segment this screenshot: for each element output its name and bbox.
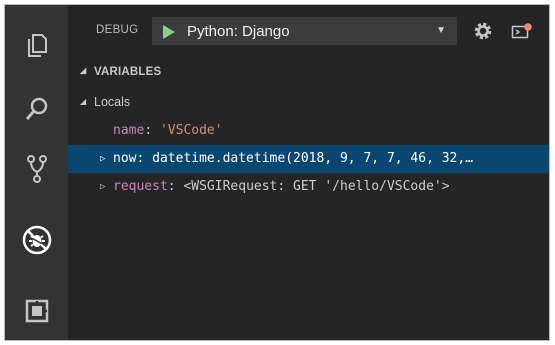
explorer-icon [27, 34, 47, 57]
vscode-window: DEBUG Python: Django ▼ ◢ VARIABLES ◢ Loc… [4, 4, 550, 341]
variable-value: <WSGIRequest: GET '/hello/VSCode'> [183, 179, 450, 194]
variables-section-title: VARIABLES [94, 66, 162, 78]
variable-separator: : [144, 123, 153, 138]
variable-row-request[interactable]: ▷ request: <WSGIRequest: GET '/hello/VSC… [68, 173, 549, 201]
gear-icon[interactable] [473, 21, 493, 41]
debug-icon [22, 225, 51, 255]
source-control-icon [26, 155, 47, 183]
debug-console-icon[interactable] [511, 23, 533, 41]
debug-toolbar: DEBUG Python: Django ▼ [68, 5, 549, 59]
collapse-triangle-icon: ◢ [80, 66, 87, 75]
expand-triangle-icon[interactable]: ▷ [100, 154, 105, 164]
chevron-down-icon: ▼ [436, 25, 446, 36]
variable-separator: : [136, 151, 145, 166]
variable-value: datetime.datetime(2018, 9, 7, 7, 46, 32,… [152, 151, 474, 166]
locals-scope-label: Locals [94, 95, 131, 109]
extensions-icon [25, 299, 48, 323]
variable-value: 'VSCode' [159, 123, 223, 138]
start-debugging-play-icon[interactable] [161, 24, 177, 40]
expand-triangle-icon[interactable]: ▷ [100, 182, 105, 192]
explorer-button[interactable] [5, 15, 68, 75]
search-icon [25, 97, 47, 120]
collapse-triangle-icon: ◢ [80, 97, 87, 106]
activity-bar [5, 5, 68, 340]
variables-section-header[interactable]: ◢ VARIABLES [68, 59, 549, 85]
variable-separator: : [167, 179, 176, 194]
debug-configuration-select[interactable]: Python: Django ▼ [152, 17, 457, 45]
extensions-button[interactable] [5, 281, 68, 340]
variable-row-now[interactable]: ▷ now: datetime.datetime(2018, 9, 7, 7, … [68, 145, 549, 173]
debug-button[interactable] [5, 210, 68, 270]
source-control-button[interactable] [5, 139, 68, 199]
search-button[interactable] [5, 79, 68, 139]
variable-row-name[interactable]: name: 'VSCode' [68, 117, 549, 145]
debug-title: DEBUG [96, 24, 139, 36]
variable-name: request [113, 179, 168, 194]
debug-sidebar: DEBUG Python: Django ▼ ◢ VARIABLES ◢ Loc… [68, 5, 549, 340]
locals-scope-row[interactable]: ◢ Locals [68, 89, 549, 117]
debug-configuration-label: Python: Django [187, 23, 290, 40]
variable-name: name [113, 123, 145, 138]
variable-name: now [113, 151, 137, 166]
